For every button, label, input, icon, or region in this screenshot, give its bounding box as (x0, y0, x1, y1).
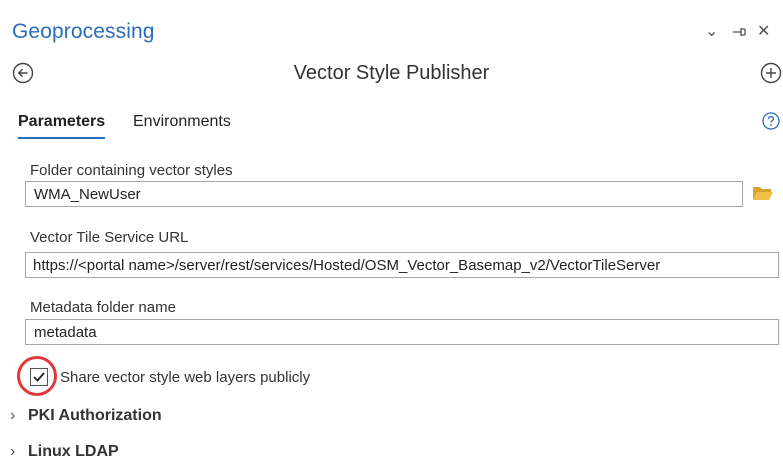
tool-name: Vector Style Publisher (293, 62, 490, 84)
pane-title-controls: ⌄ ✕ (703, 18, 783, 46)
pin-icon[interactable] (731, 18, 747, 50)
folder-label: Folder containing vector styles (30, 162, 233, 179)
help-circle-icon (762, 112, 780, 130)
pane-title: Geoprocessing (12, 20, 155, 43)
add-circle-icon (760, 62, 782, 84)
service-url-label: Vector Tile Service URL (30, 229, 189, 246)
add-button[interactable] (760, 62, 782, 84)
help-button[interactable] (762, 112, 780, 130)
tab-parameters[interactable]: Parameters (18, 112, 106, 139)
group-label: Linux LDAP (28, 443, 119, 457)
group-pki-authorization[interactable]: › PKI Authorization (10, 406, 162, 426)
group-label: PKI Authorization (28, 407, 162, 424)
metadata-label: Metadata folder name (30, 299, 176, 316)
folder-open-icon (753, 187, 773, 200)
share-publicly-label: Share vector style web layers publicly (60, 369, 311, 386)
checkmark-icon (33, 372, 45, 382)
tab-environments[interactable]: Environments (133, 112, 231, 132)
share-publicly-checkbox[interactable] (30, 368, 48, 386)
geoprocessing-pane: Geoprocessing ⌄ ✕ Vector Style Publisher… (0, 0, 783, 457)
pane-options-chevron-icon[interactable]: ⌄ (705, 18, 718, 46)
service-url-input[interactable] (25, 252, 779, 278)
browse-folder-button[interactable] (752, 184, 774, 202)
folder-input[interactable] (25, 181, 743, 207)
chevron-right-icon: › (10, 407, 16, 424)
group-linux-ldap[interactable]: › Linux LDAP (10, 442, 119, 457)
chevron-right-icon: › (10, 443, 16, 457)
metadata-input[interactable] (25, 319, 779, 345)
close-icon[interactable]: ✕ (757, 18, 770, 46)
